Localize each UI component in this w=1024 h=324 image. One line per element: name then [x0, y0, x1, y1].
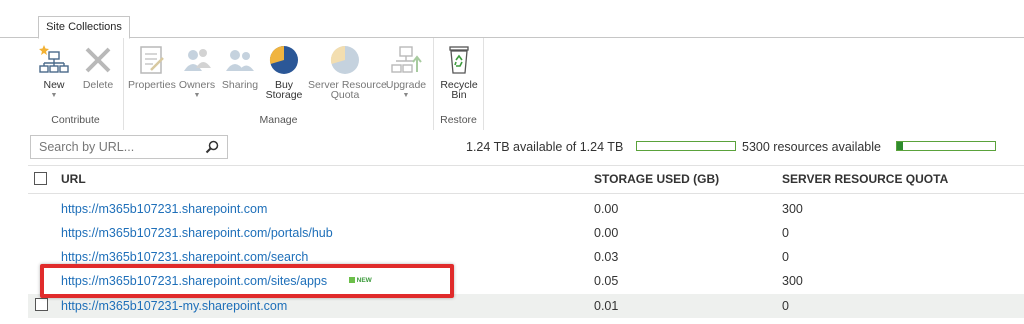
- group-label-restore: Restore: [440, 114, 477, 126]
- buy-storage-label-2: Storage: [265, 89, 303, 101]
- storage-used-value: 0.00: [594, 202, 619, 216]
- owners-icon: [184, 49, 211, 71]
- group-manage: Properties Owners ▼ Sharing Buy Storage …: [124, 38, 434, 130]
- resources-progress-bar: [896, 141, 996, 151]
- tab-site-collections[interactable]: Site Collections: [38, 16, 130, 39]
- delete-button[interactable]: Delete: [78, 44, 118, 90]
- chevron-down-icon: ▼: [402, 92, 410, 99]
- server-quota-label-2: Quota: [330, 89, 360, 101]
- storage-used-value: 0.03: [594, 250, 619, 264]
- search-input[interactable]: [31, 136, 201, 158]
- server-resource-quota-button[interactable]: Server Resource Quota: [308, 44, 387, 101]
- pie-chart-icon: [330, 45, 359, 74]
- new-site-icon: [39, 45, 69, 73]
- resources-progress-fill: [897, 142, 903, 150]
- resources-available-text: 5300 resources available: [742, 140, 881, 154]
- storage-used-value: 0.05: [594, 274, 619, 288]
- table-header-divider: [28, 193, 1024, 194]
- owners-label: Owners: [178, 79, 216, 91]
- search-icon[interactable]: [205, 140, 219, 154]
- sharing-icon: [226, 50, 254, 71]
- properties-button[interactable]: Properties: [128, 44, 176, 91]
- ribbon-tab-bar: Site Collections: [0, 0, 1024, 39]
- site-url-link[interactable]: https://m365b107231-my.sharepoint.com: [61, 299, 287, 313]
- column-header-quota[interactable]: SERVER RESOURCE QUOTA: [782, 172, 948, 186]
- upgrade-icon: [391, 46, 422, 73]
- delete-label: Delete: [82, 79, 114, 91]
- storage-progress-bar: [636, 141, 736, 151]
- resource-quota-value: 0: [782, 226, 789, 240]
- group-contribute: New ▼ Delete Contribute: [28, 38, 124, 130]
- group-restore: Recycle Bin Restore: [434, 38, 484, 130]
- search-box: [30, 135, 228, 159]
- pie-chart-icon: [269, 45, 298, 74]
- properties-label: Properties: [128, 79, 176, 91]
- chevron-down-icon: ▼: [50, 92, 58, 99]
- recycle-bin-button[interactable]: Recycle Bin: [439, 44, 479, 100]
- chevron-down-icon: ▼: [193, 92, 201, 99]
- new-button[interactable]: New ▼: [34, 44, 74, 101]
- owners-button[interactable]: Owners ▼: [178, 44, 216, 101]
- upgrade-button[interactable]: Upgrade ▼: [384, 44, 428, 101]
- select-all-checkbox[interactable]: [34, 172, 47, 185]
- column-header-url[interactable]: URL: [61, 172, 86, 186]
- recycle-label-2: Bin: [451, 89, 467, 101]
- group-label-contribute: Contribute: [51, 114, 100, 126]
- group-label-manage: Manage: [259, 114, 298, 126]
- site-url-link[interactable]: https://m365b107231.sharepoint.com: [61, 202, 267, 216]
- storage-available-text: 1.24 TB available of 1.24 TB: [466, 140, 624, 154]
- resource-quota-value: 300: [782, 274, 803, 288]
- recycle-bin-icon: [449, 46, 469, 74]
- table-row[interactable]: https://m365b107231.sharepoint.com 0.00 …: [28, 197, 1024, 221]
- column-header-storage[interactable]: STORAGE USED (GB): [594, 172, 719, 186]
- sharing-label: Sharing: [221, 79, 259, 91]
- sharing-button[interactable]: Sharing: [220, 44, 260, 90]
- buy-storage-button[interactable]: Buy Storage: [264, 44, 304, 100]
- site-url-link[interactable]: https://m365b107231.sharepoint.com/searc…: [61, 250, 308, 264]
- site-url-link[interactable]: https://m365b107231.sharepoint.com/porta…: [61, 226, 333, 240]
- row-select-checkbox[interactable]: [35, 298, 48, 311]
- ribbon: New ▼ Delete Contribute Properties Owner…: [28, 38, 1024, 130]
- highlight-box: [40, 264, 454, 298]
- resource-quota-value: 300: [782, 202, 803, 216]
- properties-icon: [140, 46, 164, 74]
- resource-quota-value: 0: [782, 299, 789, 313]
- table-top-divider: [28, 165, 1024, 166]
- storage-used-value: 0.00: [594, 226, 619, 240]
- upgrade-label: Upgrade: [385, 79, 427, 91]
- table-row[interactable]: https://m365b107231.sharepoint.com/porta…: [28, 221, 1024, 245]
- delete-x-icon: [85, 47, 111, 73]
- resource-quota-value: 0: [782, 250, 789, 264]
- storage-used-value: 0.01: [594, 299, 619, 313]
- new-label: New: [43, 79, 65, 91]
